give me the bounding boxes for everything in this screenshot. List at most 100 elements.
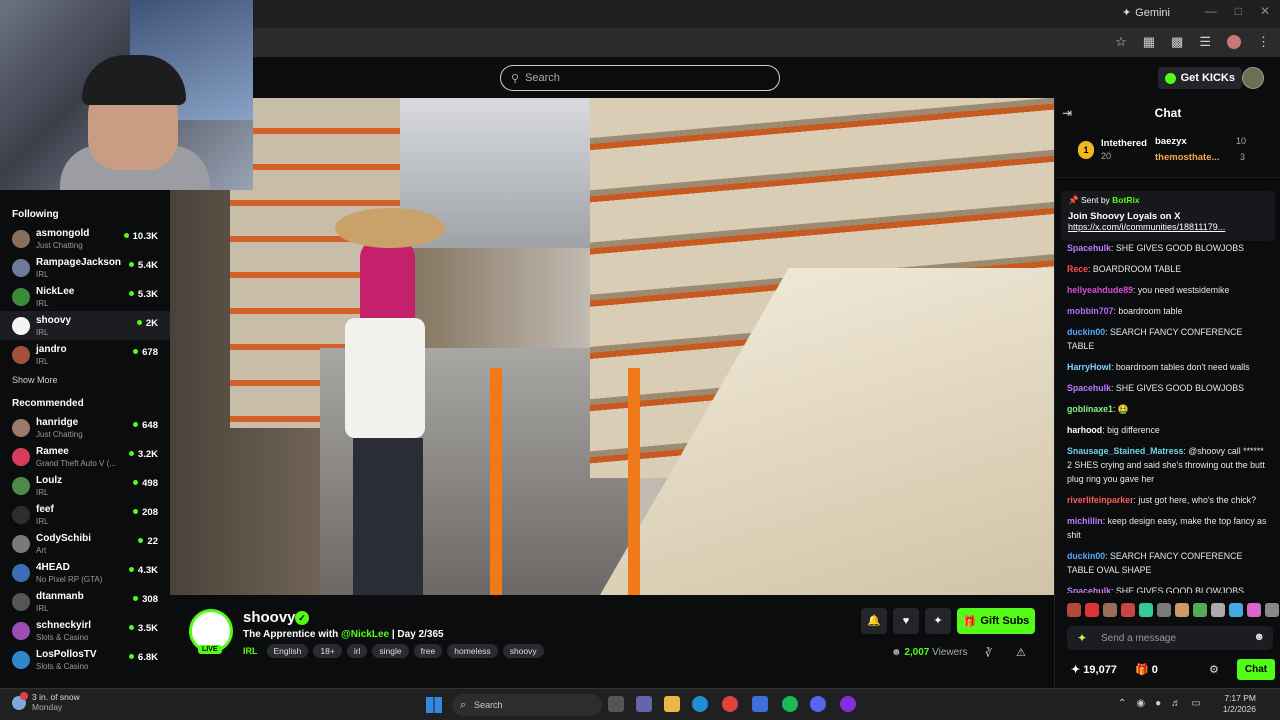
chat-send-button[interactable]: Chat: [1237, 659, 1275, 680]
chat-username[interactable]: duckin00: [1067, 551, 1105, 561]
following-channel[interactable]: asmongold Just Chatting 10.3K: [0, 224, 170, 253]
volume-icon[interactable]: ♬: [1171, 698, 1181, 709]
show-more-link[interactable]: Show More: [0, 369, 170, 391]
recommended-channel[interactable]: Ramee Grand Theft Auto V (... 3.2K: [0, 442, 170, 471]
stream-tag[interactable]: homeless: [447, 644, 498, 658]
emote-icon[interactable]: [1175, 603, 1189, 617]
chat-message-input[interactable]: ✦ Send a message ☻: [1067, 626, 1273, 650]
leader-third-name[interactable]: themosthate...: [1155, 152, 1235, 163]
reading-list-icon[interactable]: ☰: [1199, 34, 1211, 50]
recommended-channel[interactable]: Loulz IRL 498: [0, 471, 170, 500]
chat-username[interactable]: goblinaxe1: [1067, 404, 1113, 414]
emote-icon[interactable]: [1139, 603, 1153, 617]
profile-avatar[interactable]: [1227, 35, 1241, 49]
emote-icon[interactable]: [1229, 603, 1243, 617]
emoji-icon[interactable]: ☻: [1253, 631, 1265, 643]
maximize-icon[interactable]: □: [1235, 4, 1242, 18]
video-player[interactable]: [170, 98, 1054, 595]
chat-username[interactable]: michillin: [1067, 516, 1103, 526]
channel-points[interactable]: ✦ 19,077: [1071, 663, 1117, 676]
emote-icon[interactable]: [1211, 603, 1225, 617]
minimize-icon[interactable]: —: [1205, 4, 1217, 18]
recommended-channel[interactable]: hanridge Just Chatting 648: [0, 413, 170, 442]
chrome-icon[interactable]: [722, 696, 738, 712]
following-channel[interactable]: NickLee IRL 5.3K: [0, 282, 170, 311]
following-channel[interactable]: RampageJackson IRL 5.4K: [0, 253, 170, 282]
chat-username[interactable]: Rece: [1067, 264, 1088, 274]
chat-username[interactable]: Spacehulk: [1067, 586, 1111, 593]
bookmark-star-icon[interactable]: ☆: [1115, 34, 1127, 50]
extensions-icon[interactable]: ▦: [1143, 34, 1155, 50]
file-explorer-icon[interactable]: [664, 696, 680, 712]
emote-icon[interactable]: [1265, 603, 1279, 617]
recommended-channel[interactable]: feef IRL 208: [0, 500, 170, 529]
following-channel[interactable]: shoovy IRL 2K: [0, 311, 170, 340]
gemini-button[interactable]: ✦ Gemini: [1122, 6, 1170, 20]
taskbar-search[interactable]: Search: [452, 694, 602, 716]
stream-tag[interactable]: single: [372, 644, 409, 658]
chevron-up-icon[interactable]: ⌃: [1118, 698, 1126, 709]
store-icon[interactable]: [752, 696, 768, 712]
app-icon[interactable]: [840, 696, 856, 712]
stream-tag[interactable]: irl: [346, 644, 368, 658]
emote-icon[interactable]: [1067, 603, 1081, 617]
report-icon[interactable]: ⚠: [1016, 646, 1026, 659]
emote-icon[interactable]: [1247, 603, 1261, 617]
chat-username[interactable]: Spacehulk: [1067, 243, 1111, 253]
windows-start-icon[interactable]: [426, 697, 442, 713]
recommended-channel[interactable]: CodySchibi Art 22: [0, 529, 170, 558]
recommended-channel[interactable]: schneckyirl Slots & Casino 3.5K: [0, 616, 170, 645]
notification-bell-button[interactable]: 🔔: [861, 608, 887, 634]
weather-widget[interactable]: 3 in. of snow Monday: [12, 692, 80, 712]
leader-second-name[interactable]: baezyx: [1155, 136, 1187, 147]
chat-username[interactable]: Spacehulk: [1067, 383, 1111, 393]
sparkle-button[interactable]: ✦: [925, 608, 951, 634]
pinned-link[interactable]: https://x.com/i/communities/18811179...: [1068, 222, 1253, 232]
edge-icon[interactable]: [692, 696, 708, 712]
chat-username[interactable]: HarryHowl: [1067, 362, 1111, 372]
close-icon[interactable]: ✕: [1260, 4, 1270, 18]
stream-category[interactable]: IRL: [243, 646, 258, 656]
stream-title-mention[interactable]: @NickLee: [341, 629, 389, 640]
gift-subs-button[interactable]: 🎁 Gift Subs: [957, 608, 1035, 634]
gift-count[interactable]: 🎁 0: [1135, 663, 1158, 676]
spotify-icon[interactable]: [782, 696, 798, 712]
cast-icon[interactable]: ▩: [1171, 34, 1183, 50]
follow-heart-button[interactable]: ♥: [893, 608, 919, 634]
task-view-icon[interactable]: [608, 696, 624, 712]
chat-username[interactable]: hellyeahdude89: [1067, 285, 1133, 295]
pinned-sender[interactable]: BotRix: [1112, 195, 1139, 205]
get-kicks-button[interactable]: Get KICKs: [1157, 67, 1242, 89]
streamer-name[interactable]: shoovy: [243, 609, 296, 626]
chat-username[interactable]: harhood: [1067, 425, 1102, 435]
following-channel[interactable]: jandro IRL 678: [0, 340, 170, 369]
network-icon[interactable]: ◉: [1136, 698, 1145, 709]
emote-icon[interactable]: [1103, 603, 1117, 617]
chat-username[interactable]: mobbin707: [1067, 306, 1113, 316]
gear-icon[interactable]: ⚙: [1209, 663, 1219, 676]
recommended-channel[interactable]: 4HEAD No Pixel RP (GTA) 4.3K: [0, 558, 170, 587]
stream-tag[interactable]: English: [266, 644, 309, 658]
chat-username[interactable]: riverlifeinparker: [1067, 495, 1134, 505]
emote-icon[interactable]: [1121, 603, 1135, 617]
leader-first-name[interactable]: Intethered: [1101, 138, 1147, 149]
stream-tag[interactable]: 18+: [313, 644, 342, 658]
emote-icon[interactable]: [1085, 603, 1099, 617]
discord-icon[interactable]: [810, 696, 826, 712]
stream-tag[interactable]: free: [413, 644, 443, 658]
share-icon[interactable]: ∛: [985, 647, 992, 660]
user-avatar[interactable]: [1242, 67, 1264, 89]
microphone-icon[interactable]: ●: [1155, 698, 1161, 709]
chat-username[interactable]: duckin00: [1067, 327, 1105, 337]
recommended-channel[interactable]: LosPollosTV Slots & Casino 6.8K: [0, 645, 170, 674]
clock[interactable]: 7:17 PM 1/2/2026: [1223, 693, 1256, 715]
emote-icon[interactable]: [1193, 603, 1207, 617]
chat-username[interactable]: Snausage_Stained_Matress: [1067, 446, 1183, 456]
battery-icon[interactable]: ▭: [1191, 698, 1200, 709]
browser-menu-icon[interactable]: ⋮: [1257, 34, 1270, 50]
search-input[interactable]: ⚲ Search: [500, 65, 780, 91]
teams-icon[interactable]: [636, 696, 652, 712]
stream-tag[interactable]: shoovy: [502, 644, 544, 658]
recommended-channel[interactable]: dtanmanb IRL 308: [0, 587, 170, 616]
emote-icon[interactable]: [1157, 603, 1171, 617]
